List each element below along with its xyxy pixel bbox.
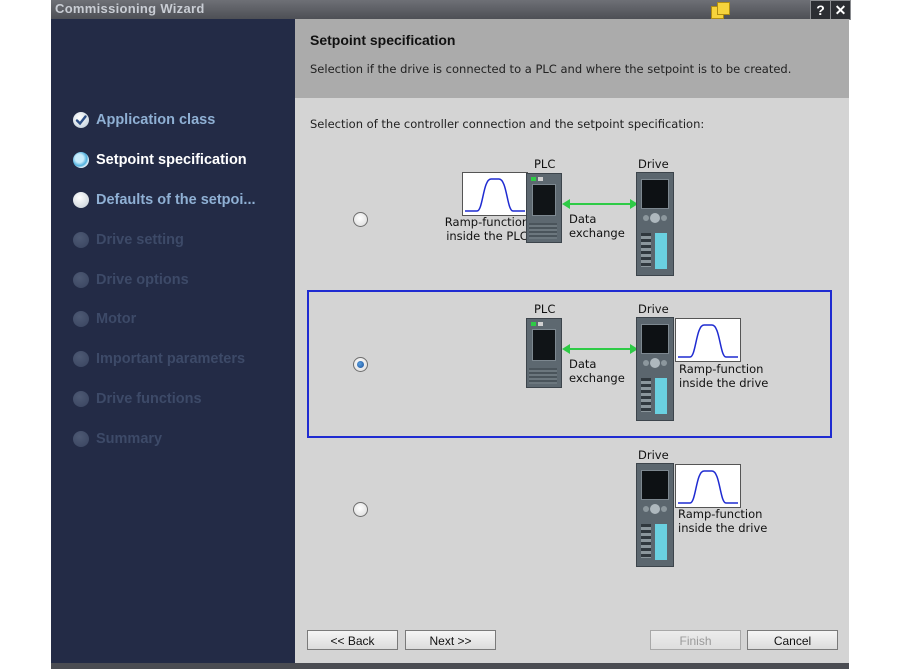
step-bullet-icon <box>73 351 89 367</box>
step-label: Defaults of the setpoi... <box>96 192 256 208</box>
step-bullet-icon <box>73 391 89 407</box>
step-bullet-icon <box>73 192 89 208</box>
step-label: Summary <box>96 431 163 447</box>
checkmark-icon <box>73 112 89 128</box>
ramp-label-drive: Ramp-function inside the drive <box>678 507 768 535</box>
current-step-icon <box>73 152 89 168</box>
page-description: Selection if the drive is connected to a… <box>310 62 792 76</box>
drive-label: Drive <box>638 302 669 316</box>
wizard-footer: << Back Next >> Finish Cancel <box>295 622 849 663</box>
wizard-steps-sidebar: Application class Setpoint specification… <box>51 19 295 663</box>
drive-label: Drive <box>638 448 669 462</box>
ramp-function-chart-icon <box>462 172 528 216</box>
window-layout-icon[interactable] <box>711 2 731 20</box>
finish-button: Finish <box>650 630 741 650</box>
step-label: Motor <box>96 311 137 327</box>
selection-prompt: Selection of the controller connection a… <box>310 117 705 131</box>
step-label: Application class <box>96 112 216 128</box>
plc-device-icon <box>526 173 562 243</box>
ramp-label-plc: Ramp-function inside the PLC <box>444 215 530 243</box>
drive-device-icon <box>636 317 674 421</box>
help-button[interactable]: ? <box>810 0 831 20</box>
data-exchange-label: Data exchange <box>569 357 625 385</box>
data-exchange-arrow-icon <box>562 199 638 209</box>
window-bottom-border <box>51 663 849 669</box>
page-header: Setpoint specification Selection if the … <box>295 19 849 98</box>
ramp-function-chart-icon <box>675 464 741 508</box>
plc-device-icon <box>526 318 562 388</box>
plc-label: PLC <box>534 157 556 171</box>
data-exchange-arrow-icon <box>562 344 638 354</box>
step-label: Setpoint specification <box>96 152 247 168</box>
step-bullet-icon <box>73 431 89 447</box>
ramp-label-drive: Ramp-function inside the drive <box>679 362 769 390</box>
setpoint-options-panel: Selection of the controller connection a… <box>295 98 849 622</box>
step-bullet-icon <box>73 311 89 327</box>
window-title: Commissioning Wizard <box>55 1 205 16</box>
drive-label: Drive <box>638 157 669 171</box>
back-button[interactable]: << Back <box>307 630 398 650</box>
radio-ramp-in-drive-with-plc[interactable] <box>353 357 368 372</box>
drive-device-icon <box>636 172 674 276</box>
step-label: Drive functions <box>96 391 202 407</box>
step-label: Important parameters <box>96 351 246 367</box>
data-exchange-label: Data exchange <box>569 212 625 240</box>
radio-standalone-drive[interactable] <box>353 502 368 517</box>
cancel-button[interactable]: Cancel <box>747 630 838 650</box>
step-label: Drive options <box>96 272 189 288</box>
next-button[interactable]: Next >> <box>405 630 496 650</box>
radio-ramp-in-plc[interactable] <box>353 212 368 227</box>
page-title: Setpoint specification <box>310 32 456 48</box>
ramp-function-chart-icon <box>675 318 741 362</box>
step-label: Drive setting <box>96 232 184 248</box>
step-bullet-icon <box>73 272 89 288</box>
step-bullet-icon <box>73 232 89 248</box>
drive-device-icon <box>636 463 674 567</box>
close-button[interactable]: ✕ <box>830 0 851 20</box>
plc-label: PLC <box>534 302 556 316</box>
option-ramp-in-drive-with-plc[interactable]: PLC Data exchange Drive Ramp-function in… <box>307 290 832 438</box>
title-bar[interactable]: Commissioning Wizard ? ✕ <box>51 0 851 20</box>
commissioning-wizard-window: Commissioning Wizard ? ✕ Application cla… <box>51 0 851 669</box>
